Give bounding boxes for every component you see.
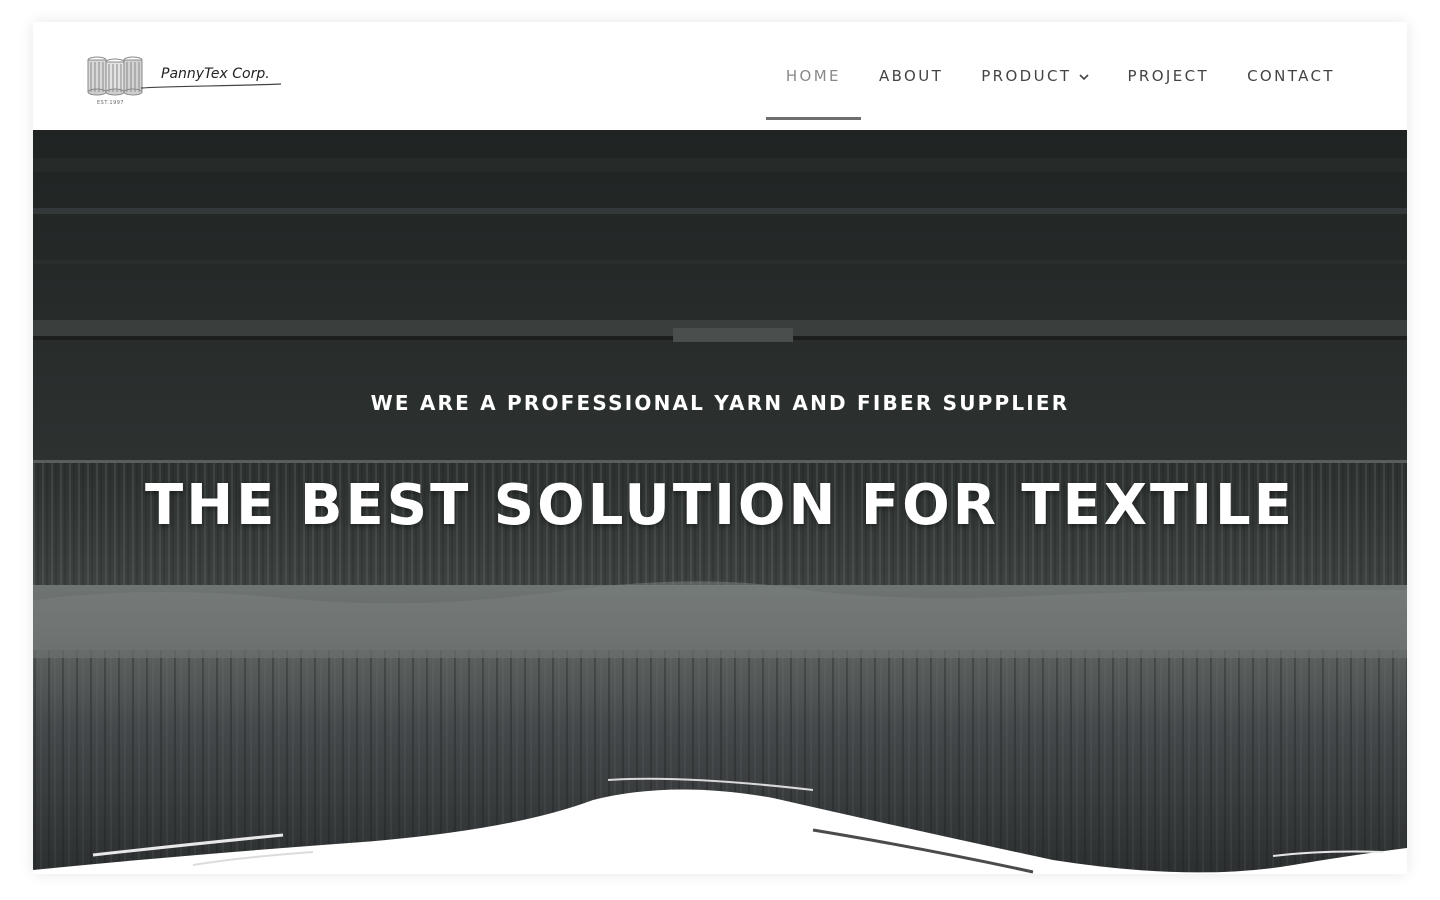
nav-item-about[interactable]: ABOUT bbox=[879, 22, 943, 130]
nav-item-contact[interactable]: CONTACT bbox=[1247, 22, 1335, 130]
nav-item-label: PROJECT bbox=[1127, 67, 1210, 85]
active-indicator bbox=[765, 117, 861, 120]
chevron-down-icon[interactable] bbox=[1079, 71, 1090, 84]
nav-item-label: ABOUT bbox=[878, 67, 944, 85]
hero-section: WE ARE A PROFESSIONAL YARN AND FIBER SUP… bbox=[33, 130, 1407, 874]
browser-viewport: PannyTex Corp. EST.1997 HOME ABOUT PRODU… bbox=[33, 22, 1407, 874]
nav-item-label: HOME bbox=[785, 67, 841, 85]
main-nav: HOME ABOUT PRODUCT PROJECT CONTACT bbox=[748, 22, 1335, 130]
nav-item-home[interactable]: HOME bbox=[765, 22, 861, 130]
brand-established: EST.1997 bbox=[97, 100, 125, 106]
nav-item-project[interactable]: PROJECT bbox=[1127, 22, 1209, 130]
hero-title: THE BEST SOLUTION FOR TEXTILE bbox=[145, 473, 1295, 538]
site-logo[interactable]: PannyTex Corp. EST.1997 bbox=[85, 52, 295, 110]
nav-item-product[interactable]: PRODUCT bbox=[981, 22, 1090, 130]
hero-subtitle: WE ARE A PROFESSIONAL YARN AND FIBER SUP… bbox=[370, 391, 1070, 415]
site-header: PannyTex Corp. EST.1997 HOME ABOUT PRODU… bbox=[33, 22, 1407, 131]
nav-item-label: PRODUCT bbox=[981, 67, 1072, 85]
nav-item-label: CONTACT bbox=[1247, 67, 1335, 85]
